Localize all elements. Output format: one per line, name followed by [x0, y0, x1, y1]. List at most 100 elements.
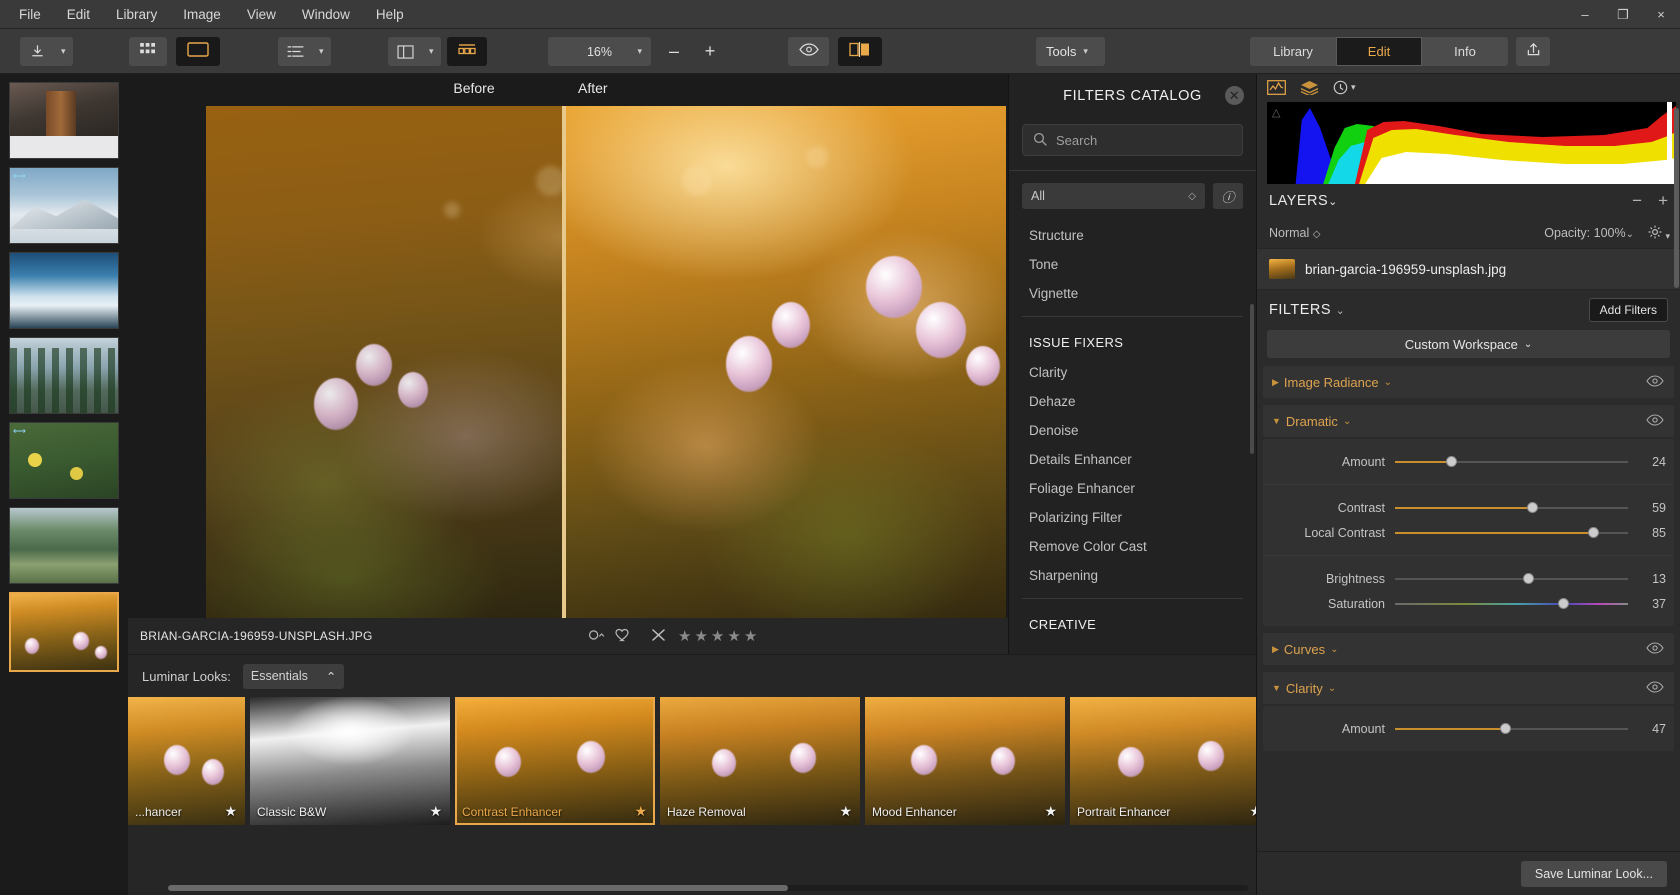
- slider-track-saturation[interactable]: [1395, 597, 1628, 611]
- slider-track-brightness[interactable]: [1395, 572, 1628, 586]
- star-2[interactable]: ★: [694, 627, 707, 645]
- filmstrip-item-5[interactable]: [9, 507, 119, 584]
- filmstrip-item-1[interactable]: ⟷: [9, 167, 119, 244]
- filter-header-curves[interactable]: ▶ Curves ⌄: [1263, 633, 1674, 665]
- look-star-4[interactable]: ★: [1044, 803, 1057, 820]
- chevron-down-icon[interactable]: ⌄: [1343, 416, 1351, 427]
- catalog-item-foliage-enhancer[interactable]: Foliage Enhancer: [1009, 474, 1256, 503]
- look-tile-4[interactable]: Mood Enhancer ★: [865, 697, 1065, 825]
- star-4[interactable]: ★: [727, 627, 740, 645]
- menu-image[interactable]: Image: [170, 4, 234, 25]
- slider-track-contrast[interactable]: [1395, 501, 1628, 515]
- look-star-1[interactable]: ★: [429, 803, 442, 820]
- import-button[interactable]: ▾: [20, 37, 73, 66]
- layers-icon[interactable]: [1300, 80, 1319, 95]
- filmstrip-item-3[interactable]: [9, 337, 119, 414]
- menu-help[interactable]: Help: [363, 4, 417, 25]
- add-layer-button[interactable]: +: [1658, 191, 1668, 211]
- filmstrip-toggle-button[interactable]: [447, 37, 487, 66]
- chevron-down-icon[interactable]: ⌄: [1328, 196, 1338, 208]
- maximize-button[interactable]: ❐: [1604, 0, 1642, 29]
- chevron-down-icon[interactable]: ⌄: [1330, 644, 1338, 655]
- photo-viewport[interactable]: [206, 106, 1006, 618]
- look-tile-0[interactable]: ...hancer ★: [128, 697, 245, 825]
- menu-window[interactable]: Window: [289, 4, 363, 25]
- sort-order-button[interactable]: ▾: [278, 37, 331, 66]
- eye-icon[interactable]: [1646, 413, 1664, 429]
- heart-icon[interactable]: [615, 628, 631, 645]
- preview-toggle-button[interactable]: [788, 37, 829, 66]
- grid-view-button[interactable]: [129, 37, 167, 66]
- filmstrip-panel[interactable]: ⟷ ⟷: [0, 74, 128, 895]
- filter-header-dramatic[interactable]: ▼ Dramatic ⌄: [1263, 405, 1674, 437]
- single-view-button[interactable]: [176, 37, 220, 66]
- menu-file[interactable]: File: [6, 4, 54, 25]
- chevron-down-icon[interactable]: ⌄: [1384, 377, 1392, 388]
- chevron-down-icon[interactable]: ⌄: [1336, 305, 1346, 317]
- opacity-control[interactable]: Opacity: 100%⌄: [1544, 226, 1634, 240]
- catalog-scrollbar[interactable]: [1250, 304, 1254, 454]
- catalog-search-box[interactable]: Search: [1022, 124, 1243, 156]
- tools-dropdown[interactable]: Tools ▾: [1036, 37, 1105, 66]
- looks-thumbnail-row[interactable]: ...hancer ★ Classic B&W ★ Contrast Enhan…: [128, 697, 1270, 825]
- close-button[interactable]: ×: [1642, 0, 1680, 29]
- chevron-down-icon[interactable]: ⌄: [1328, 683, 1336, 694]
- filter-header-clarity[interactable]: ▼ Clarity ⌄: [1263, 672, 1674, 704]
- triangle-right-icon[interactable]: ▶: [1272, 377, 1279, 388]
- before-after-divider-handle[interactable]: [562, 106, 566, 618]
- catalog-item-structure[interactable]: Structure: [1009, 221, 1256, 250]
- catalog-list[interactable]: Structure Tone Vignette ISSUE FIXERS Cla…: [1009, 209, 1256, 640]
- share-button[interactable]: [1516, 37, 1550, 66]
- star-3[interactable]: ★: [711, 627, 724, 645]
- triangle-down-icon[interactable]: ▼: [1272, 683, 1281, 693]
- catalog-item-remove-color-cast[interactable]: Remove Color Cast: [1009, 532, 1256, 561]
- filmstrip-item-2[interactable]: [9, 252, 119, 329]
- menu-edit[interactable]: Edit: [54, 4, 103, 25]
- search-input[interactable]: Search: [1056, 133, 1097, 148]
- star-rating[interactable]: ★ ★ ★ ★ ★: [678, 627, 757, 645]
- zoom-in-button[interactable]: +: [693, 37, 727, 66]
- look-star-2[interactable]: ★: [634, 803, 647, 820]
- slider-track-amount[interactable]: [1395, 455, 1628, 469]
- eye-icon[interactable]: [1646, 680, 1664, 696]
- right-panel-scrollbar[interactable]: [1674, 102, 1679, 862]
- clipping-warning-icon[interactable]: △: [1272, 106, 1280, 119]
- slider-track-local-contrast[interactable]: [1395, 526, 1628, 540]
- blend-mode-select[interactable]: Normal ◇: [1269, 226, 1320, 240]
- zoom-out-button[interactable]: –: [657, 37, 691, 66]
- histogram-icon[interactable]: [1267, 80, 1286, 95]
- catalog-item-details-enhancer[interactable]: Details Enhancer: [1009, 445, 1256, 474]
- catalog-item-dehaze[interactable]: Dehaze: [1009, 387, 1256, 416]
- filmstrip-item-4[interactable]: ⟷: [9, 422, 119, 499]
- layer-row[interactable]: brian-garcia-196959-unsplash.jpg: [1257, 248, 1680, 290]
- look-tile-5[interactable]: Portrait Enhancer ★: [1070, 697, 1270, 825]
- catalog-item-clarity[interactable]: Clarity: [1009, 358, 1256, 387]
- eye-icon[interactable]: [1646, 374, 1664, 390]
- mode-library-button[interactable]: Library: [1250, 37, 1336, 66]
- add-filters-button[interactable]: Add Filters: [1589, 298, 1668, 322]
- triangle-right-icon[interactable]: ▶: [1272, 644, 1279, 655]
- triangle-down-icon[interactable]: ▼: [1272, 416, 1281, 426]
- look-tile-3[interactable]: Haze Removal ★: [660, 697, 860, 825]
- catalog-item-polarizing-filter[interactable]: Polarizing Filter: [1009, 503, 1256, 532]
- zoom-level-select[interactable]: 16% ▾: [548, 37, 651, 66]
- looks-category-dropdown[interactable]: Essentials ⌃: [243, 664, 344, 689]
- catalog-item-denoise[interactable]: Denoise: [1009, 416, 1256, 445]
- star-1[interactable]: ★: [678, 627, 691, 645]
- menu-view[interactable]: View: [234, 4, 289, 25]
- looks-scrollbar[interactable]: [168, 885, 1248, 891]
- info-icon[interactable]: ⓘ: [1213, 183, 1243, 209]
- circle-arrow-icon[interactable]: [588, 628, 605, 644]
- star-5[interactable]: ★: [744, 627, 757, 645]
- eye-icon[interactable]: [1646, 641, 1664, 657]
- look-tile-1[interactable]: Classic B&W ★: [250, 697, 450, 825]
- gear-icon[interactable]: ▾: [1648, 225, 1670, 242]
- look-star-0[interactable]: ★: [224, 803, 237, 820]
- workspace-select[interactable]: Custom Workspace ⌄: [1267, 330, 1670, 358]
- panel-layout-button[interactable]: ▾: [388, 37, 441, 66]
- image-canvas[interactable]: Before After: [128, 74, 1008, 652]
- mode-info-button[interactable]: Info: [1422, 37, 1508, 66]
- slider-track-clarity-amount[interactable]: [1395, 722, 1628, 736]
- close-icon[interactable]: ✕: [1225, 86, 1244, 105]
- filter-header-image-radiance[interactable]: ▶ Image Radiance ⌄: [1263, 366, 1674, 398]
